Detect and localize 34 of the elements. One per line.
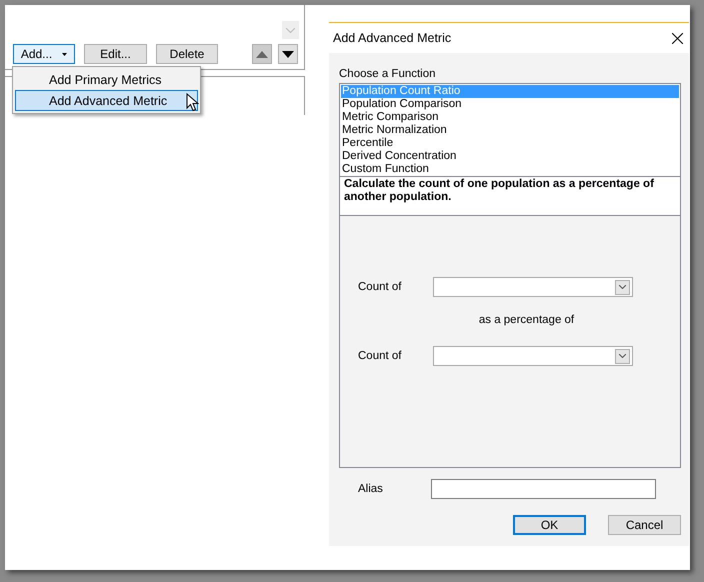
- move-up-button[interactable]: [252, 44, 272, 64]
- chevron-down-icon[interactable]: [619, 285, 626, 289]
- triangle-down-icon[interactable]: [282, 50, 294, 58]
- alias-input-field[interactable]: [431, 479, 656, 499]
- dropdown-field[interactable]: [433, 277, 633, 297]
- cancel-button[interactable]: Cancel: [608, 515, 681, 535]
- close-icon[interactable]: [672, 32, 683, 44]
- list-item[interactable]: Metric Comparison: [341, 111, 679, 124]
- toolbar-button[interactable]: Delete: [156, 44, 218, 64]
- triangle-up-icon[interactable]: [256, 50, 268, 58]
- connector-text: as a percentage of: [478, 314, 576, 326]
- function-list[interactable]: Population Count Ratio Population Comparison Metric Comparison Metric Normalization Percentile Derived Concentration Custom Function: [339, 83, 681, 177]
- chevron-down-icon: [286, 28, 295, 32]
- ok-button[interactable]: OK: [513, 515, 586, 535]
- list-item[interactable]: Metric Normalization: [341, 124, 679, 137]
- field-label: Count of: [358, 281, 402, 293]
- toolbar-button[interactable]: Edit...: [84, 44, 147, 64]
- field-label: Choose a Function: [339, 68, 437, 80]
- add-dropdown-button[interactable]: Add...: [13, 44, 75, 64]
- caret-icon[interactable]: [62, 52, 68, 56]
- dialog-title: Add Advanced Metric: [333, 31, 452, 45]
- list-item[interactable]: Population Comparison: [341, 98, 679, 111]
- list-item[interactable]: Custom Function: [341, 163, 679, 176]
- list-item[interactable]: Percentile: [341, 137, 679, 150]
- chevron-down-icon[interactable]: [619, 354, 626, 358]
- cursor-icon: [186, 93, 199, 112]
- menu-item[interactable]: Add Primary Metrics: [15, 69, 198, 90]
- dropdown-field[interactable]: [433, 346, 633, 366]
- list-item[interactable]: Derived Concentration: [341, 150, 679, 163]
- menu-item[interactable]: Add Advanced Metric: [15, 90, 198, 111]
- function-description: Calculate the count of one population as a percentage of another population.: [339, 177, 681, 216]
- field-label: Count of: [358, 350, 402, 362]
- move-down-button[interactable]: [278, 44, 298, 64]
- field-label: Alias: [358, 483, 384, 495]
